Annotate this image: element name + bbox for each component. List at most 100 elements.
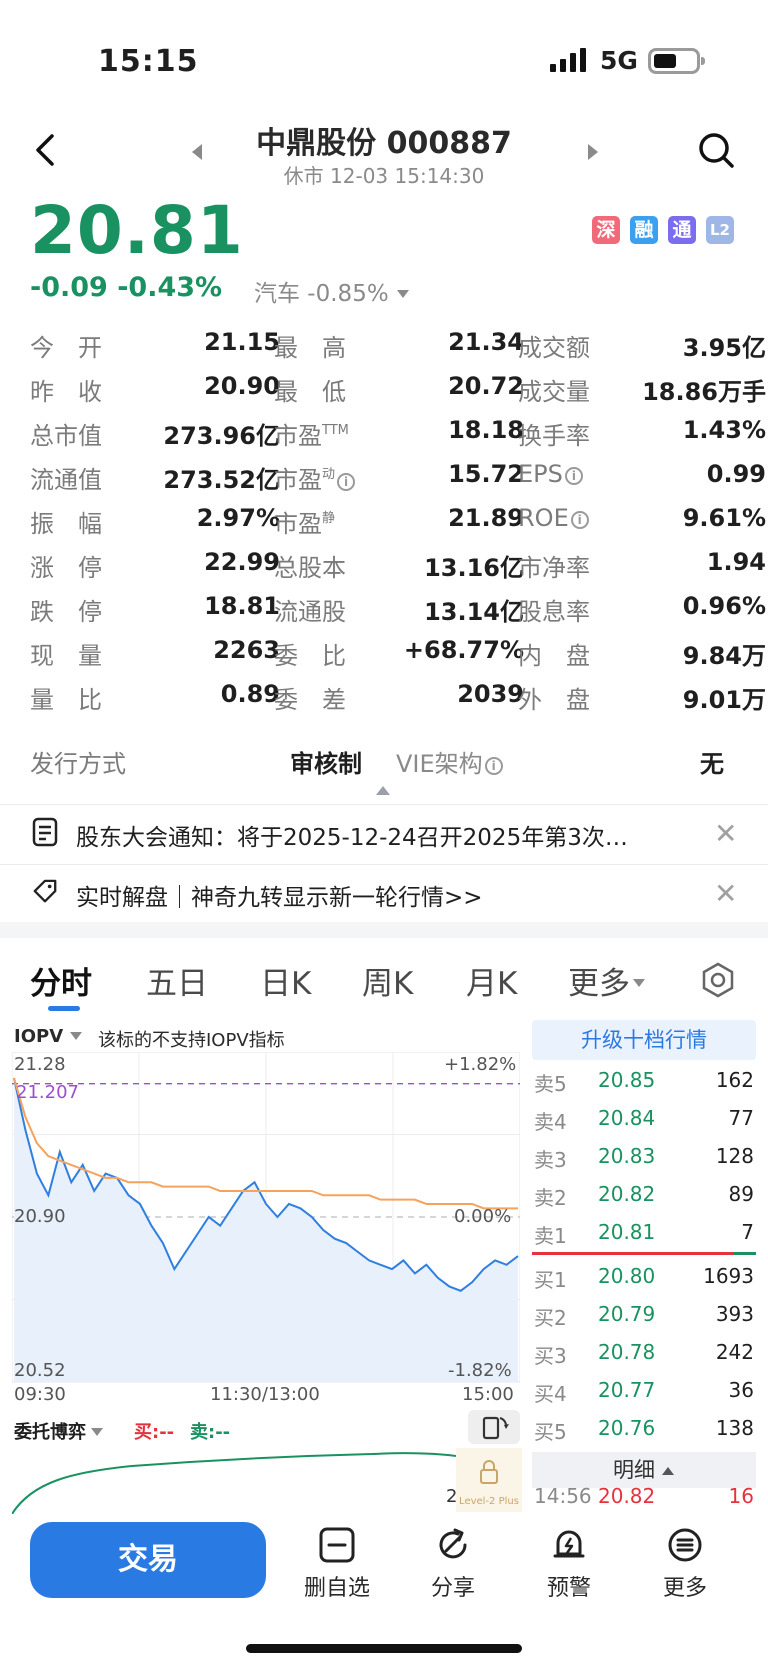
current-price: 20.81 [30,192,244,269]
tick-time: 14:56 [534,1484,592,1508]
orderbook-price: 20.85 [598,1068,656,1092]
level2-plus-label: Level-2 Plus [459,1496,519,1507]
orderbook-vol: 393 [715,1302,754,1326]
collapse-caret-icon[interactable] [376,786,390,795]
tick-price: 20.82 [598,1484,656,1508]
vie-value: 无 [700,750,724,778]
notice-realtime-analysis[interactable]: 实时解盘｜神奇九转显示新一轮行情>> ✕ [0,864,768,920]
remove-watchlist-button[interactable]: 删自选 [292,1526,382,1602]
iopv-selector[interactable]: IOPV [14,1026,83,1047]
tab-weekly-k[interactable]: 周K [362,958,413,1003]
bid-row[interactable]: 买1 20.80 1693 [532,1258,756,1296]
ask-row[interactable]: 卖5 20.85 162 [532,1062,756,1100]
close-icon[interactable]: ✕ [714,817,737,850]
battery-icon [648,48,705,74]
orderbook-label: 卖3 [534,1148,567,1172]
rotate-screen-button[interactable] [468,1410,520,1444]
bid-row[interactable]: 买3 20.78 242 [532,1334,756,1372]
next-stock-icon[interactable] [586,143,600,161]
orderbook-label: 卖2 [534,1186,567,1210]
stats-row: 振 幅 2.97% 市盈静 21.89 ROE i 9.61% [30,504,766,548]
bid-row[interactable]: 买4 20.77 36 [532,1372,756,1410]
stat-value: 2.97% [196,504,280,532]
intraday-chart[interactable] [12,1052,520,1392]
share-button[interactable]: 分享 [408,1526,498,1602]
stat-value: 21.15 [204,328,280,356]
ask-row[interactable]: 卖1 20.81 7 [532,1214,756,1252]
orderbook-vol: 7 [741,1220,754,1244]
info-icon[interactable]: i [564,467,583,485]
weituo-buy: 买:-- [134,1422,175,1443]
stat-value: 1.43% [682,416,766,444]
status-time: 15:15 [98,44,199,79]
stat-label: ROE i [518,504,614,532]
settings-icon[interactable] [700,962,736,998]
bid-row[interactable]: 买2 20.79 393 [532,1296,756,1334]
stats-row: 昨 收 20.90 最 低 20.72 成交量 18.86万手 [30,372,766,416]
tick-vol: 16 [728,1484,754,1508]
orderbook-vol: 36 [728,1378,754,1402]
stats-row: 跌 停 18.81 流通股 13.14亿 股息率 0.96% [30,592,766,636]
x-axis-mid: 11:30/13:00 [210,1384,320,1405]
close-icon[interactable]: ✕ [714,877,737,910]
stat-label: 最 高 [274,334,346,362]
y-axis-low: 20.52 [14,1360,66,1381]
signal-icon [550,48,586,72]
tab-monthly-k[interactable]: 月K [466,958,517,1003]
tab-five-day[interactable]: 五日 [146,958,208,1003]
more-button[interactable]: 更多 [640,1526,730,1602]
stat-value: 0.89 [220,680,280,708]
orderbook-price: 20.83 [598,1144,656,1168]
orderbook-price: 20.80 [598,1264,656,1288]
chevron-down-icon [91,1428,103,1436]
market-status: 休市 12-03 15:14:30 [283,164,485,188]
tab-more[interactable]: 更多 [568,958,646,1003]
stat-label: 流通值 [30,466,102,494]
detail-button[interactable]: 明细 [532,1452,756,1488]
orderbook-label: 卖5 [534,1072,567,1096]
stat-value: 18.18 [448,416,524,444]
stat-label: 内 盘 [518,642,590,670]
section-gap [0,922,768,938]
stat-label: 市净率 [518,554,590,582]
notice-shareholder-meeting[interactable]: 股东大会通知：将于2025-12-24召开2025年第3次… ✕ [0,804,768,860]
orderbook-price: 20.82 [598,1182,656,1206]
stat-value: +68.77% [403,636,524,664]
info-icon[interactable]: i [570,511,589,529]
orderbook-label: 买2 [534,1306,567,1330]
badge-shen[interactable]: 深 [592,216,620,244]
y-axis-mid: 20.90 [14,1206,66,1227]
badge-rong[interactable]: 融 [630,216,658,244]
ask-row[interactable]: 卖3 20.83 128 [532,1138,756,1176]
info-icon[interactable]: i [484,757,503,775]
stat-value: 9.61% [682,504,766,532]
ask-row[interactable]: 卖2 20.82 89 [532,1176,756,1214]
stats-row: 今 开 21.15 最 高 21.34 成交额 3.95亿 [30,328,766,372]
weituo-axis-value: 2 [446,1486,458,1507]
chevron-down-icon [397,290,409,298]
tab-daily-k[interactable]: 日K [260,958,311,1003]
lock-icon [480,1460,498,1484]
orderbook-vol: 128 [715,1144,754,1168]
stats-row: 总市值 273.96亿 市盈TTM 18.18 换手率 1.43% [30,416,766,460]
chevron-up-icon [662,1467,674,1475]
x-axis-end: 15:00 [462,1384,514,1405]
stat-label: EPS i [518,460,614,488]
weituo-selector[interactable]: 委托博弈 [14,1418,104,1444]
stat-label: 昨 收 [30,378,102,406]
iopv-note: 该标的不支持IOPV指标 [98,1030,285,1051]
y-axis-right-high: +1.82% [444,1054,517,1075]
alert-button[interactable]: 预警 [524,1526,614,1602]
badge-tong[interactable]: 通 [668,216,696,244]
search-icon[interactable] [696,130,736,170]
trade-button[interactable]: 交易 [30,1522,266,1598]
stat-label: 跌 停 [30,598,102,626]
info-icon[interactable]: i [337,473,356,491]
sector-change[interactable]: 汽车 -0.85% [254,274,410,308]
badge-l2[interactable]: L2 [706,216,734,244]
tab-intraday[interactable]: 分时 [30,958,92,1003]
ask-row[interactable]: 卖4 20.84 77 [532,1100,756,1138]
bid-row[interactable]: 买5 20.76 138 [532,1410,756,1448]
active-tab-indicator [48,1006,80,1011]
upgrade-level10-button[interactable]: 升级十档行情 [532,1020,756,1060]
